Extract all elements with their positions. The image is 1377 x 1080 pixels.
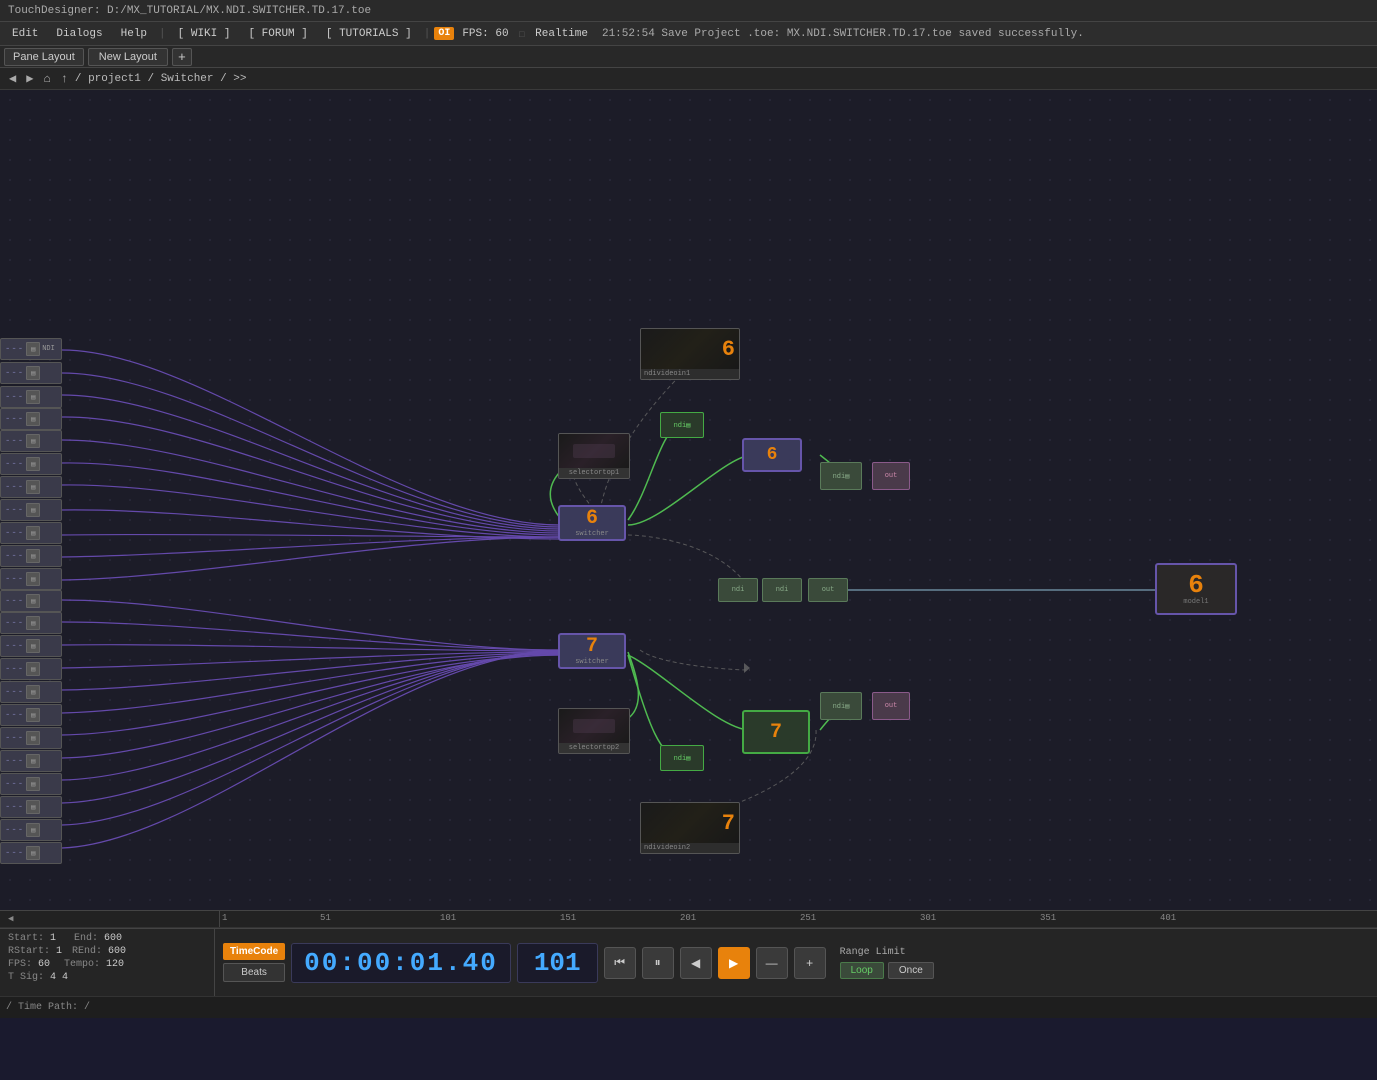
nav-home[interactable]: ⌂ <box>40 72 53 86</box>
output-node-6[interactable]: 6 model1 <box>1155 563 1237 615</box>
video-preview-node-bottom[interactable]: selectortop2 <box>558 708 630 754</box>
video-node-orange-bottom[interactable]: 7 ndivideoin2 <box>640 802 740 854</box>
once-btn[interactable]: Once <box>888 962 934 979</box>
process-node-2[interactable]: ndi▤ <box>820 692 862 720</box>
center-switcher-7[interactable]: 7 switcher <box>558 633 626 669</box>
btn-play[interactable]: ▶ <box>718 947 750 979</box>
input-node-22[interactable]: --- ▤ <box>0 819 62 841</box>
input-node-14[interactable]: --- ▤ <box>0 635 62 657</box>
oi-badge[interactable]: OI <box>434 27 454 40</box>
new-layout-btn[interactable]: New Layout <box>88 48 168 66</box>
input-node-3[interactable]: --- ▤ <box>0 386 62 408</box>
input-node-16[interactable]: --- ▤ <box>0 681 62 703</box>
input-node-8[interactable]: --- ▤ <box>0 499 62 521</box>
menu-forum[interactable]: [ FORUM ] <box>240 26 315 42</box>
input-node-9[interactable]: --- ▤ <box>0 522 62 544</box>
timeline-bar: ◀ 1 51 101 151 201 251 301 351 401 <box>0 910 1377 928</box>
nav-up[interactable]: ↑ <box>58 72 71 86</box>
input-node-19[interactable]: --- ▤ <box>0 750 62 772</box>
menu-bar: Edit Dialogs Help | [ WIKI ] [ FORUM ] [… <box>0 22 1377 46</box>
connections-svg <box>0 90 1377 910</box>
beats-btn[interactable]: Beats <box>223 963 285 982</box>
path-bar: / Time Path: / <box>0 996 1377 1018</box>
input-node-15[interactable]: --- ▤ <box>0 658 62 680</box>
timecode-btn[interactable]: TimeCode <box>223 943 285 960</box>
canvas-area[interactable]: --- ▤ NDI --- ▤ --- ▤ --- ▤ --- ▤ --- ▤ <box>0 90 1377 910</box>
title-bar: TouchDesigner: D:/MX_TUTORIAL/MX.NDI.SWI… <box>0 0 1377 22</box>
menu-tutorials[interactable]: [ TUTORIALS ] <box>318 26 420 42</box>
switch-6-node[interactable]: 6 <box>742 438 802 472</box>
pane-bar: Pane Layout New Layout + <box>0 46 1377 68</box>
menu-help[interactable]: Help <box>113 26 155 42</box>
status-text: 21:52:54 Save Project .toe: MX.NDI.SWITC… <box>596 26 1373 42</box>
center-switcher-6[interactable]: 6 switcher <box>558 505 626 541</box>
timeline-ruler[interactable]: 1 51 101 151 201 251 301 351 401 <box>220 911 1377 927</box>
frame-display: 101 <box>517 943 598 983</box>
input-node-12[interactable]: --- ▤ <box>0 590 62 612</box>
input-node-7[interactable]: --- ▤ <box>0 476 62 498</box>
input-node-13[interactable]: --- ▤ <box>0 612 62 634</box>
range-area: Range Limit Loop Once <box>840 947 934 979</box>
input-node-4[interactable]: --- ▤ <box>0 408 62 430</box>
process-node-1[interactable]: ndi▤ <box>820 462 862 490</box>
ndi-node-top[interactable]: ndi▤ <box>660 412 704 438</box>
stats-panel: Start: 1 End: 600 RStart: 1 REnd: 600 FP… <box>0 929 215 996</box>
green-border-7-node[interactable]: 7 <box>742 710 810 754</box>
pink-node-1[interactable]: out <box>872 462 910 490</box>
fps-display: FPS: 60 <box>456 26 514 42</box>
menu-wiki[interactable]: [ WIKI ] <box>170 26 239 42</box>
realtime-btn[interactable]: Realtime <box>529 26 594 42</box>
loop-btn[interactable]: Loop <box>840 962 884 979</box>
input-node-21[interactable]: --- ▤ <box>0 796 62 818</box>
input-node-2[interactable]: --- ▤ <box>0 362 62 384</box>
input-node-18[interactable]: --- ▤ <box>0 727 62 749</box>
menu-dialogs[interactable]: Dialogs <box>48 26 110 42</box>
breadcrumb-path: / project1 / Switcher / >> <box>75 73 247 85</box>
sep1: | <box>157 28 168 40</box>
title-text: TouchDesigner: D:/MX_TUTORIAL/MX.NDI.SWI… <box>8 5 371 17</box>
transport-area: TimeCode Beats 00:00:01.40 101 ⏮ ⏸ ◀ ▶ —… <box>215 929 1377 996</box>
btn-step-back[interactable]: ◀ <box>680 947 712 979</box>
menu-edit[interactable]: Edit <box>4 26 46 42</box>
video-preview-node-top[interactable]: selectortop1 <box>558 433 630 479</box>
input-node-23[interactable]: --- ▤ <box>0 842 62 864</box>
pink-node-2[interactable]: out <box>872 692 910 720</box>
nav-back[interactable]: ◀ <box>6 71 19 86</box>
small-node-b[interactable]: ndi <box>762 578 802 602</box>
video-node-orange-top[interactable]: 6 ndivideoin1 <box>640 328 740 380</box>
input-node-1[interactable]: --- ▤ NDI <box>0 338 62 360</box>
btn-step-fwd[interactable]: — <box>756 947 788 979</box>
small-node-c[interactable]: out <box>808 578 848 602</box>
input-node-17[interactable]: --- ▤ <box>0 704 62 726</box>
ndi-node-bottom[interactable]: ndi▤ <box>660 745 704 771</box>
btn-end[interactable]: + <box>794 947 826 979</box>
sep3: ☐ <box>517 27 528 41</box>
nav-forward[interactable]: ▶ <box>23 71 36 86</box>
btn-start[interactable]: ⏮ <box>604 947 636 979</box>
pane-layout-btn[interactable]: Pane Layout <box>4 48 84 66</box>
btn-pause[interactable]: ⏸ <box>642 947 674 979</box>
input-node-5[interactable]: --- ▤ <box>0 430 62 452</box>
path-text: / Time Path: / <box>6 1002 90 1013</box>
breadcrumb-bar: ◀ ▶ ⌂ ↑ / project1 / Switcher / >> <box>0 68 1377 90</box>
input-node-10[interactable]: --- ▤ <box>0 545 62 567</box>
input-node-6[interactable]: --- ▤ <box>0 453 62 475</box>
input-node-20[interactable]: --- ▤ <box>0 773 62 795</box>
small-node-a[interactable]: ndi <box>718 578 758 602</box>
add-layout-btn[interactable]: + <box>172 48 192 66</box>
time-display: 00:00:01.40 <box>291 943 511 983</box>
sep2: | <box>422 28 433 40</box>
input-node-11[interactable]: --- ▤ <box>0 568 62 590</box>
bottom-controls: Start: 1 End: 600 RStart: 1 REnd: 600 FP… <box>0 928 1377 996</box>
